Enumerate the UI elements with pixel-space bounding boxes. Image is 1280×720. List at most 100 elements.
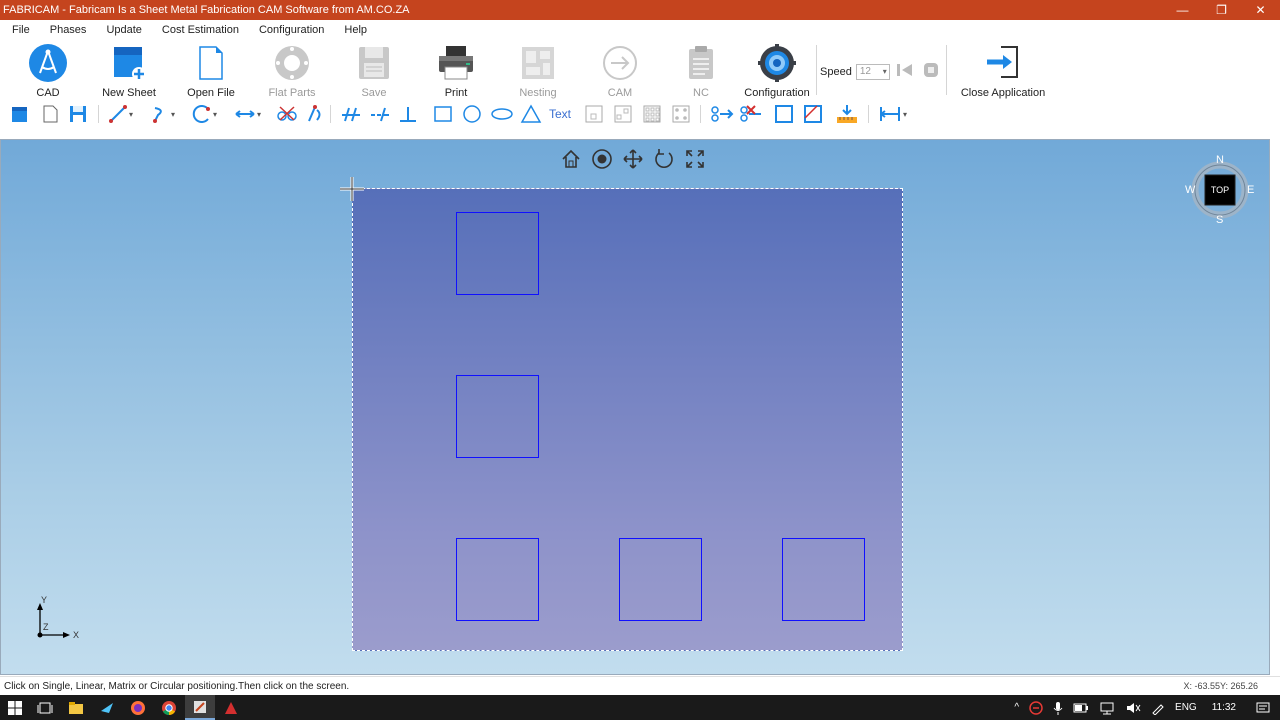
single-position-icon[interactable] bbox=[584, 104, 604, 124]
configuration-button[interactable]: Configuration bbox=[737, 43, 817, 99]
compass-south-label: S bbox=[1216, 214, 1224, 226]
delete-parts-icon[interactable] bbox=[739, 104, 763, 124]
extend-tool-icon[interactable]: ▾ bbox=[234, 104, 261, 124]
perpendicular-tool-icon[interactable] bbox=[398, 104, 418, 124]
pen-icon[interactable] bbox=[1146, 701, 1170, 715]
app-red-icon[interactable] bbox=[216, 695, 246, 720]
compass-top-face[interactable]: TOP bbox=[1205, 185, 1235, 195]
dimension-tool-icon[interactable]: ▾ bbox=[878, 104, 907, 124]
sheet-cut-icon[interactable] bbox=[803, 104, 823, 124]
part-square[interactable] bbox=[456, 375, 539, 458]
matrix-position-icon[interactable] bbox=[642, 104, 662, 124]
new-layer-icon[interactable] bbox=[10, 104, 30, 124]
menu-configuration[interactable]: Configuration bbox=[247, 24, 332, 36]
new-document-icon[interactable] bbox=[40, 104, 60, 124]
title-bar: FABRICAM - Fabricam Is a Sheet Metal Fab… bbox=[0, 0, 1280, 20]
rotate-view-icon[interactable] bbox=[653, 148, 675, 170]
restore-button[interactable]: ❐ bbox=[1202, 0, 1241, 20]
menu-file[interactable]: File bbox=[0, 24, 38, 36]
menu-help[interactable]: Help bbox=[332, 24, 375, 36]
drawing-toolbar: ▾ ▾ ▾ ▾ Text ▾ bbox=[0, 101, 1280, 127]
ellipse-tool-icon[interactable] bbox=[491, 104, 513, 124]
cam-button[interactable]: CAM bbox=[580, 43, 660, 99]
polyline-tool-icon[interactable]: ▾ bbox=[150, 104, 175, 124]
new-sheet-icon bbox=[109, 43, 149, 83]
cursor-coordinates: X: -63.55Y: 265.26 bbox=[1183, 681, 1258, 691]
zoom-extents-icon[interactable] bbox=[684, 148, 706, 170]
stop-icon[interactable] bbox=[920, 61, 942, 82]
view-compass[interactable]: N S W E TOP bbox=[1185, 154, 1254, 226]
chrome-icon[interactable] bbox=[154, 695, 184, 720]
microphone-icon[interactable] bbox=[1048, 701, 1068, 715]
measure-icon[interactable] bbox=[835, 104, 859, 124]
open-file-button[interactable]: Open File bbox=[171, 43, 251, 99]
save-button[interactable]: Save bbox=[334, 43, 414, 99]
clock[interactable]: 11:32 bbox=[1202, 702, 1246, 713]
metal-sheet[interactable] bbox=[352, 188, 903, 651]
axis-z-label: Z bbox=[43, 622, 49, 632]
arc-tool-icon[interactable]: ▾ bbox=[192, 104, 217, 124]
system-tray: ^ ENG 11:32 bbox=[1009, 695, 1280, 720]
trim-tool-icon[interactable] bbox=[276, 104, 298, 124]
save-icon[interactable] bbox=[68, 104, 88, 124]
axis-y-label: Y bbox=[41, 595, 48, 605]
close-window-button[interactable]: ✕ bbox=[1241, 0, 1280, 20]
speed-select[interactable]: 12 bbox=[855, 63, 890, 80]
volume-muted-icon[interactable] bbox=[1120, 701, 1146, 715]
home-view-icon[interactable] bbox=[560, 148, 582, 170]
menu-cost-estimation[interactable]: Cost Estimation bbox=[150, 24, 247, 36]
windows-start-icon[interactable] bbox=[0, 695, 30, 720]
rectangle-tool-icon[interactable] bbox=[433, 104, 453, 124]
triangle-tool-icon[interactable] bbox=[520, 104, 542, 124]
washer-icon bbox=[272, 43, 312, 83]
status-bar: Click on Single, Linear, Matrix or Circu… bbox=[0, 676, 1280, 695]
part-square[interactable] bbox=[456, 212, 539, 295]
linear-position-icon[interactable] bbox=[613, 104, 633, 124]
nc-button[interactable]: NC bbox=[661, 43, 741, 99]
break-tool-icon[interactable] bbox=[305, 104, 325, 124]
input-language[interactable]: ENG bbox=[1170, 702, 1202, 713]
notifications-icon[interactable] bbox=[1246, 701, 1280, 715]
cad-button[interactable]: CAD bbox=[8, 43, 88, 99]
drawing-viewport[interactable]: N S W E TOP Y Z X bbox=[0, 139, 1270, 675]
show-hidden-icons[interactable]: ^ bbox=[1009, 702, 1024, 713]
fabricam-taskbar-icon[interactable] bbox=[185, 695, 215, 720]
minimize-button[interactable]: — bbox=[1163, 0, 1202, 20]
line-tool-icon[interactable]: ▾ bbox=[108, 104, 133, 124]
new-sheet-button[interactable]: New Sheet bbox=[89, 43, 169, 99]
menu-phases[interactable]: Phases bbox=[38, 24, 95, 36]
compass-drafting-icon bbox=[28, 43, 68, 83]
status-message: Click on Single, Linear, Matrix or Circu… bbox=[4, 681, 350, 692]
windows-taskbar: ^ ENG 11:32 bbox=[0, 695, 1280, 720]
flat-parts-button[interactable]: Flat Parts bbox=[252, 43, 332, 99]
axis-triad: Y Z X bbox=[31, 595, 86, 643]
step-back-icon[interactable] bbox=[894, 61, 916, 82]
part-square[interactable] bbox=[782, 538, 865, 621]
compass-north-label: N bbox=[1216, 154, 1224, 166]
network-icon[interactable] bbox=[1094, 701, 1120, 715]
orbit-view-icon[interactable] bbox=[591, 148, 613, 170]
compass-west-label: W bbox=[1185, 184, 1196, 196]
file-explorer-icon[interactable] bbox=[61, 695, 91, 720]
nesting-button[interactable]: Nesting bbox=[498, 43, 578, 99]
move-parts-icon[interactable] bbox=[710, 104, 734, 124]
close-application-button[interactable]: Close Application bbox=[961, 43, 1045, 99]
menu-bar: File Phases Update Cost Estimation Confi… bbox=[0, 20, 1280, 39]
print-button[interactable]: Print bbox=[416, 43, 496, 99]
antivirus-icon[interactable] bbox=[1024, 700, 1048, 715]
menu-update[interactable]: Update bbox=[94, 24, 149, 36]
circular-position-icon[interactable] bbox=[671, 104, 691, 124]
app-bird-icon[interactable] bbox=[92, 695, 122, 720]
part-square[interactable] bbox=[619, 538, 702, 621]
text-tool-button[interactable]: Text bbox=[549, 104, 571, 124]
dash-divide-tool-icon[interactable] bbox=[369, 104, 391, 124]
firefox-icon[interactable] bbox=[123, 695, 153, 720]
part-square[interactable] bbox=[456, 538, 539, 621]
sheet-boundary-icon[interactable] bbox=[774, 104, 794, 124]
divide-tool-icon[interactable] bbox=[340, 104, 362, 124]
pan-view-icon[interactable] bbox=[622, 148, 644, 170]
circle-tool-icon[interactable] bbox=[462, 104, 482, 124]
floppy-disk-icon bbox=[354, 43, 394, 83]
battery-icon[interactable] bbox=[1068, 702, 1094, 714]
task-view-icon[interactable] bbox=[30, 695, 60, 720]
